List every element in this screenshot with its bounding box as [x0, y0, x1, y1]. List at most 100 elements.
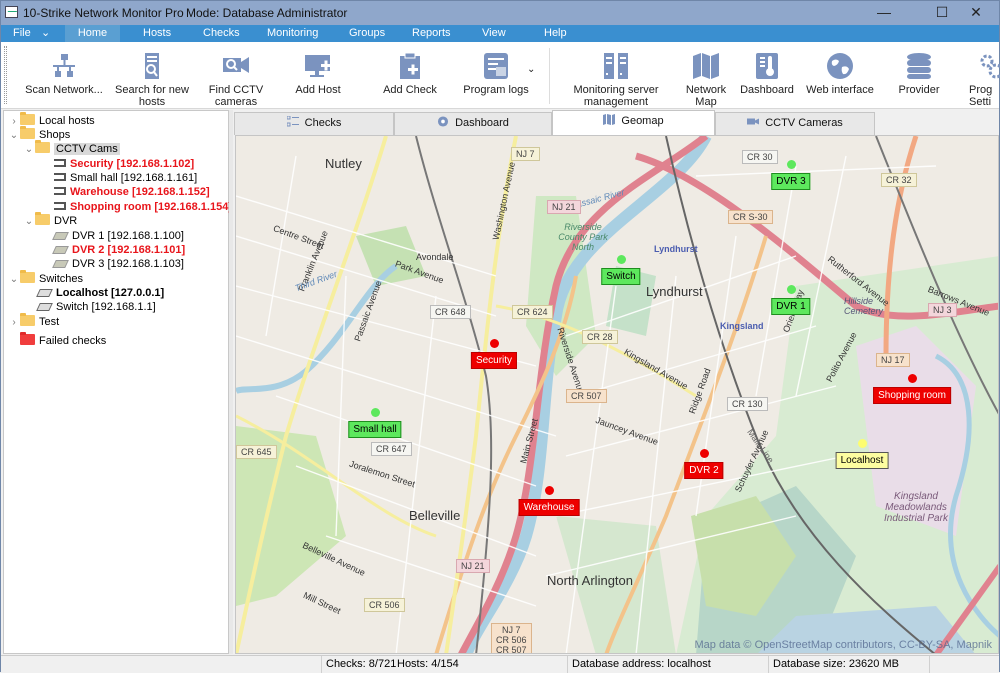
- dashboard-label: Dashboard: [740, 84, 794, 96]
- thermometer-icon: [756, 53, 778, 79]
- map-station-label: Lyndhurst: [654, 244, 698, 254]
- map-icon: [693, 53, 719, 79]
- monitoring-server-button[interactable]: Monitoring server management: [569, 42, 663, 108]
- tree-node-warehouse[interactable]: Warehouse [192.168.1.152]: [54, 184, 210, 200]
- quick-access-chevron-icon[interactable]: ⌄: [41, 25, 50, 41]
- title-bar: 10-Strike Network Monitor Pro Mode: Data…: [1, 1, 999, 25]
- route-shield: NJ 7: [511, 147, 540, 161]
- file-menu[interactable]: File: [3, 25, 41, 42]
- marker-label-security[interactable]: Security: [470, 352, 518, 369]
- route-shield: CR 506: [364, 598, 405, 612]
- program-settings-label: Prog Setti: [969, 84, 993, 108]
- tree-node-test[interactable]: › Test: [8, 313, 60, 331]
- route-shield: NJ 17: [876, 353, 910, 367]
- tree-node-label: Failed checks: [39, 335, 107, 347]
- tab-view[interactable]: View: [472, 25, 516, 42]
- tree-node-label: DVR: [54, 215, 78, 227]
- folder-icon: [20, 126, 35, 139]
- add-check-button[interactable]: Add Check: [377, 42, 443, 108]
- provider-button[interactable]: Provider: [891, 42, 947, 108]
- marker-label-switch[interactable]: Switch: [601, 268, 641, 285]
- tree-node-label: Shops: [39, 129, 71, 141]
- find-cctv-label: Find CCTV cameras: [208, 84, 264, 108]
- route-shield: NJ 3: [928, 303, 957, 317]
- tree-node-dvr[interactable]: ⌄ DVR: [23, 212, 78, 230]
- map-town-label: Belleville: [409, 508, 461, 523]
- network-map-button[interactable]: Network Map: [681, 42, 731, 108]
- dashboard-button[interactable]: Dashboard: [739, 42, 795, 108]
- marker-dot-dvr-1[interactable]: [787, 285, 796, 294]
- tab-dashboard-view[interactable]: Dashboard: [394, 112, 552, 135]
- map-station-label: Kingsland: [720, 321, 764, 331]
- tree-node-failed-checks[interactable]: Failed checks: [20, 332, 107, 349]
- folder-icon: [35, 140, 50, 153]
- tree-node-label: Test: [39, 316, 60, 328]
- scan-network-button[interactable]: Scan Network...: [25, 42, 103, 108]
- marker-dot-shopping-room[interactable]: [908, 374, 917, 383]
- camera-icon: [747, 118, 760, 125]
- tab-monitoring[interactable]: Monitoring: [257, 25, 328, 42]
- geomap[interactable]: Nutley Lyndhurst Belleville North Arling…: [235, 135, 999, 654]
- search-new-hosts-button[interactable]: Search for new hosts: [113, 42, 191, 108]
- tree-node-switch[interactable]: Switch [192.168.1.1]: [36, 299, 156, 315]
- tree-node-cctv-cams[interactable]: ⌄ CCTV Cams: [23, 140, 120, 158]
- marker-dot-localhost[interactable]: [858, 439, 867, 448]
- app-window: 10-Strike Network Monitor Pro Mode: Data…: [0, 0, 1000, 673]
- status-db-address: Database address: localhost: [567, 656, 767, 673]
- tab-geomap-view[interactable]: Geomap: [552, 110, 715, 135]
- tab-cctv-cameras-view[interactable]: CCTV Cameras: [715, 112, 875, 135]
- camera-icon: [54, 159, 66, 167]
- tab-checks-view[interactable]: Checks: [234, 112, 394, 135]
- tab-help[interactable]: Help: [534, 25, 577, 42]
- marker-dot-dvr-3[interactable]: [787, 160, 796, 169]
- tree-node-shopping-room[interactable]: Shopping room [192.168.1.154]: [54, 199, 232, 215]
- tab-hosts[interactable]: Hosts: [133, 25, 181, 42]
- marker-label-shopping-room[interactable]: Shopping room: [873, 387, 951, 404]
- log-icon: [484, 53, 508, 79]
- marker-dot-small-hall[interactable]: [371, 408, 380, 417]
- marker-dot-warehouse[interactable]: [545, 486, 554, 495]
- tab-reports[interactable]: Reports: [402, 25, 461, 42]
- tab-groups[interactable]: Groups: [339, 25, 395, 42]
- expand-icon[interactable]: ›: [8, 315, 20, 331]
- collapse-icon[interactable]: ⌄: [8, 272, 20, 288]
- toolbar-grip[interactable]: [4, 46, 7, 104]
- tab-label: Checks: [304, 117, 342, 129]
- network-topology-icon: [53, 54, 75, 77]
- splitter-scrollbar[interactable]: [229, 110, 233, 654]
- collapse-icon[interactable]: ⌄: [8, 128, 20, 144]
- marker-dot-dvr-2[interactable]: [700, 449, 709, 458]
- web-interface-button[interactable]: Web interface: [805, 42, 875, 108]
- program-logs-button[interactable]: Program logs: [459, 42, 533, 108]
- marker-dot-security[interactable]: [490, 339, 499, 348]
- route-shield: CR 507: [566, 389, 607, 403]
- route-shield: CR 130: [727, 397, 768, 411]
- app-title: 10-Strike Network Monitor Pro: [23, 6, 184, 20]
- toolbar-more-chevron-icon[interactable]: ⌄: [527, 64, 535, 75]
- close-button[interactable]: ✕: [953, 1, 999, 25]
- route-shield: CR 32: [881, 173, 917, 187]
- dvr-icon: [52, 260, 69, 268]
- tree-node-dvr-3[interactable]: DVR 3 [192.168.1.103]: [52, 256, 184, 272]
- marker-dot-switch[interactable]: [617, 255, 626, 264]
- tab-checks[interactable]: Checks: [193, 25, 250, 42]
- marker-label-localhost[interactable]: Localhost: [835, 452, 889, 469]
- collapse-icon[interactable]: ⌄: [23, 142, 35, 158]
- add-host-button[interactable]: Add Host: [285, 42, 351, 108]
- marker-label-warehouse[interactable]: Warehouse: [518, 499, 580, 516]
- route-shield: CR 647: [371, 442, 412, 456]
- marker-label-dvr-2[interactable]: DVR 2: [684, 462, 724, 479]
- program-settings-button[interactable]: Prog Setti: [969, 42, 1000, 108]
- marker-label-dvr-1[interactable]: DVR 1: [771, 298, 811, 315]
- servers-icon: [604, 53, 628, 79]
- switch-icon: [36, 289, 53, 297]
- marker-label-small-hall[interactable]: Small hall: [348, 421, 402, 438]
- route-shield: NJ 21: [547, 200, 581, 214]
- status-empty-pane: [929, 656, 999, 673]
- marker-label-dvr-3[interactable]: DVR 3: [771, 173, 811, 190]
- find-cctv-button[interactable]: Find CCTV cameras: [201, 42, 271, 108]
- tab-label: Dashboard: [455, 117, 509, 129]
- minimize-button[interactable]: —: [861, 1, 907, 25]
- collapse-icon[interactable]: ⌄: [23, 214, 35, 230]
- tab-home[interactable]: Home: [65, 25, 120, 42]
